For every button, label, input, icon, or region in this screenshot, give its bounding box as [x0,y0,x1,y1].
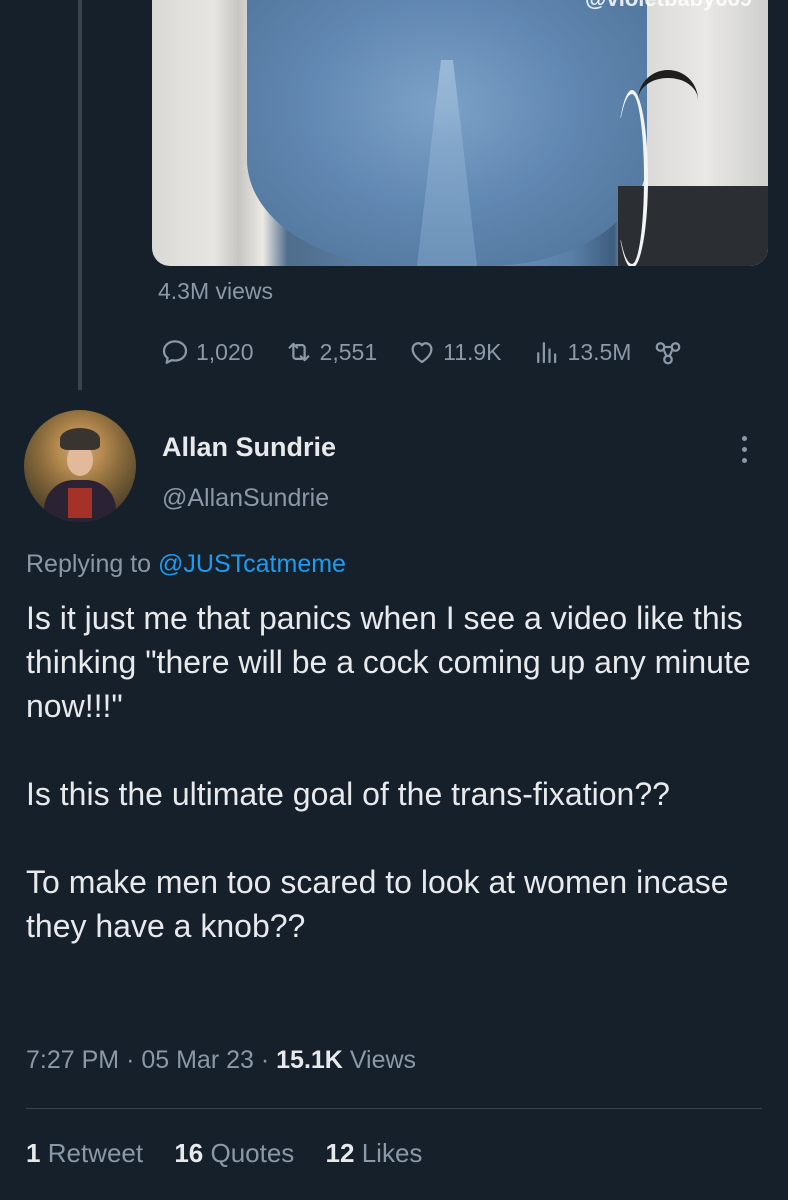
tweet-text: Is it just me that panics when I see a v… [26,596,766,948]
stats-divider [26,1108,762,1109]
like-icon [411,342,433,364]
media-view-count: 4.3M views [158,278,274,304]
retweet-button[interactable]: 2,551 [284,337,378,367]
tweet-paragraph: Is it just me that panics when I see a v… [26,600,751,724]
quotes-stat[interactable]: 16 Quotes [174,1138,301,1168]
avatar-portrait-vest [68,488,92,518]
meta-separator: · [260,1046,270,1074]
avatar-portrait-hat [60,428,100,450]
analytics-button[interactable]: 13.5M [532,337,632,367]
likes-stat[interactable]: 12 Likes [326,1138,423,1168]
quotes-stat-count: 16 [174,1138,204,1168]
retweets-stat[interactable]: 1 Retweet [26,1138,150,1168]
avatar[interactable] [24,410,136,522]
like-count: 11.9K [443,338,502,365]
quotes-stat-label: Quotes [210,1138,295,1168]
thread-connector-line [78,0,82,390]
engagement-stats: 1 Retweet 16 Quotes 12 Likes [26,1138,446,1169]
analytics-icon [536,342,556,364]
replying-to-line: Replying to @JUSTcatmeme [26,550,346,579]
reply-icon [162,340,188,364]
share-button[interactable] [653,337,689,367]
replying-to-label: Replying to [26,550,152,578]
like-button[interactable]: 11.9K [407,337,502,367]
more-dot-icon [741,458,747,463]
analytics-count: 13.5M [567,338,632,365]
tweet-video-media[interactable]: @violetbaby669 [152,0,768,266]
tweet-views-count: 15.1K [276,1046,343,1074]
quoted-tweet-action-bar: 1,020 2,551 11.9K 13.5M [160,334,689,370]
more-dot-icon [741,436,747,441]
more-options-button[interactable] [734,436,754,472]
tweet-metadata: 7:27 PM · 05 Mar 23 · 15.1K Views [26,1046,416,1075]
video-watermark: @violetbaby669 [585,0,752,12]
light-stand-arm [638,70,698,118]
retweet-count: 2,551 [319,338,378,365]
tweet-date[interactable]: 05 Mar 23 [141,1046,254,1074]
retweet-icon [288,342,310,362]
tweet-views-label: Views [349,1046,417,1074]
reply-count: 1,020 [196,338,254,365]
meta-separator: · [126,1046,135,1074]
author-name[interactable]: Allan Sundrie [162,432,336,463]
likes-stat-label: Likes [361,1138,423,1168]
tweet-paragraph: Is this the ultimate goal of the trans-f… [26,776,670,812]
more-dot-icon [741,447,747,452]
replying-to-handle-link[interactable]: @JUSTcatmeme [158,550,346,578]
reply-button[interactable]: 1,020 [160,337,254,367]
retweets-stat-label: Retweet [47,1138,144,1168]
tweet-paragraph: To make men too scared to look at women … [26,864,729,944]
retweets-stat-count: 1 [26,1138,41,1168]
author-handle[interactable]: @AllanSundrie [162,484,329,513]
tweet-time[interactable]: 7:27 PM [26,1046,119,1074]
share-icon [656,342,681,365]
likes-stat-count: 12 [325,1138,355,1168]
